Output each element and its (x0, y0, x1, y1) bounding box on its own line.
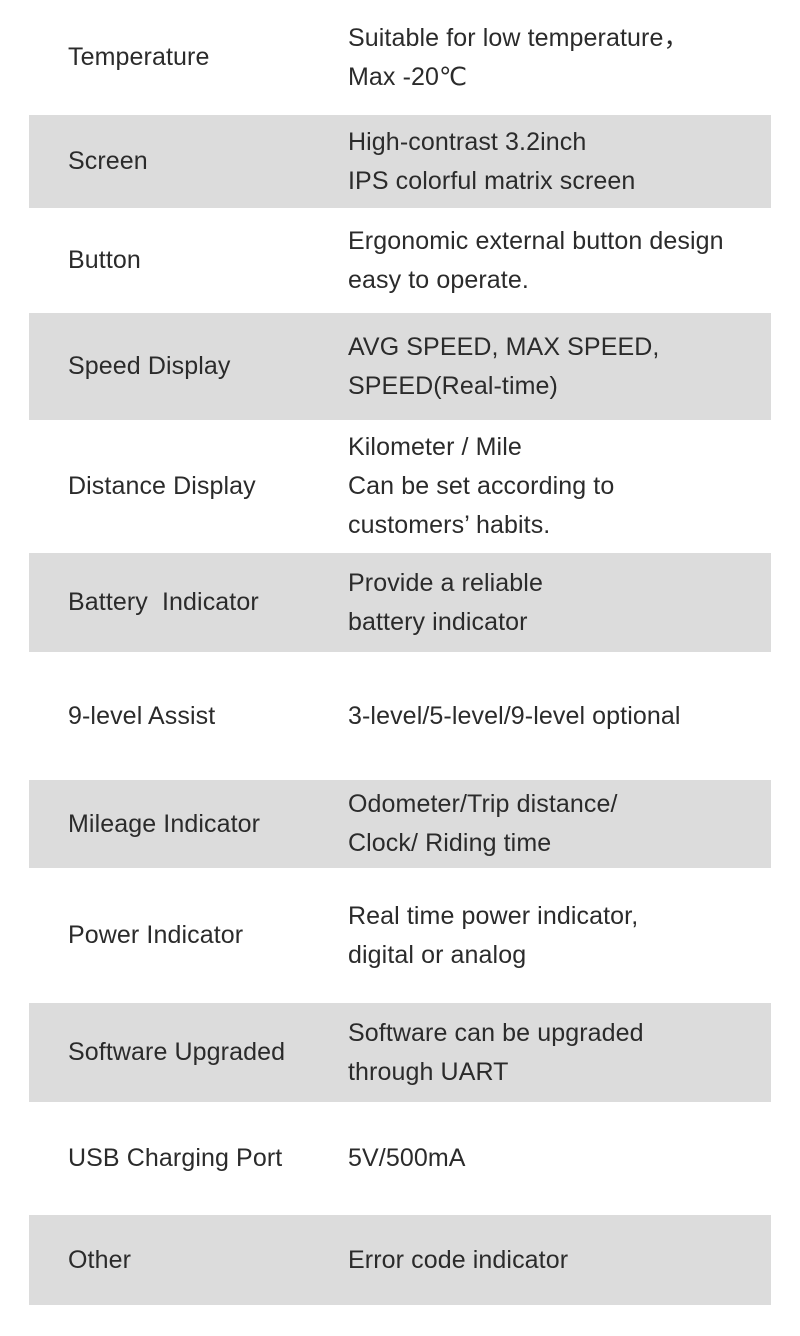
spec-label: Software Upgraded (68, 1038, 286, 1066)
spec-label: Speed Display (68, 352, 231, 380)
spec-label: Power Indicator (68, 921, 244, 949)
table-row: Temperature Suitable for low temperature，… (0, 0, 800, 115)
spec-value: 5V/500mA (348, 1139, 771, 1178)
spec-label: Button (68, 246, 141, 274)
table-row: Screen High-contrast 3.2inch IPS colorful … (0, 115, 800, 208)
spec-value: Ergonomic external button design easy to … (348, 222, 771, 300)
specification-table: Temperature Suitable for low temperature，… (0, 0, 800, 1336)
table-row: Button Ergonomic external button design ea… (0, 208, 800, 313)
spec-value-line: 5V/500mA (348, 1144, 466, 1172)
spec-value: Software can be upgraded through UART (348, 1014, 771, 1092)
spec-value-line: IPS colorful matrix screen (348, 166, 636, 195)
table-row: USB Charging Port 5V/500mA (0, 1102, 800, 1215)
spec-value: Suitable for low temperature， Max -20℃ (348, 19, 771, 97)
table-row: Other Error code indicator (0, 1215, 800, 1305)
spec-value-line: easy to operate. (348, 265, 529, 294)
spec-value: Real time power indicator, digital or ana… (348, 897, 771, 975)
table-row: Distance Display Kilometer / Mile Can be s… (0, 420, 800, 553)
spec-value-line: SPEED(Real-time) (348, 371, 558, 400)
spec-value-line: AVG SPEED, MAX SPEED, (348, 332, 660, 361)
spec-value-line: 3-level/5-level/9-level optional (348, 701, 681, 730)
spec-value-line: digital or analog (348, 940, 527, 969)
spec-value-line: Provide a reliable (348, 568, 543, 597)
spec-value-line: Ergonomic external button design (348, 226, 724, 255)
spec-label: USB Charging Port (68, 1144, 283, 1172)
spec-value-line: Software can be upgraded (348, 1018, 644, 1047)
spec-value: Kilometer / Mile Can be set according to c… (348, 428, 771, 545)
table-row: Power Indicator Real time power indicator… (0, 868, 800, 1003)
spec-value: High-contrast 3.2inch IPS colorful matrix… (348, 123, 771, 201)
spec-label: Temperature (68, 43, 210, 71)
spec-value-line: customers’ habits. (348, 511, 551, 539)
table-row: Speed Display AVG SPEED, MAX SPEED, SPEED(… (0, 313, 800, 420)
spec-value-line: Can be set according to (348, 472, 615, 500)
spec-value: Error code indicator (348, 1241, 771, 1280)
spec-value-line: Real time power indicator, (348, 901, 639, 930)
spec-value-line: Odometer/Trip distance/ (348, 790, 618, 818)
spec-label: Screen (68, 147, 148, 175)
spec-value-line: Clock/ Riding time (348, 829, 552, 857)
spec-value-line: battery indicator (348, 607, 528, 636)
spec-value-line: Error code indicator (348, 1245, 569, 1274)
spec-label: 9-level Assist (68, 701, 216, 730)
table-row (0, 1305, 800, 1336)
row-shading (29, 1305, 771, 1336)
spec-value-line: Kilometer / Mile (348, 433, 522, 461)
specification-sheet: Temperature Suitable for low temperature，… (0, 0, 800, 1336)
table-row: Software Upgraded Software can be upgrade… (0, 1003, 800, 1102)
spec-value: AVG SPEED, MAX SPEED, SPEED(Real-time) (348, 328, 771, 406)
spec-value-line: Suitable for low temperature， (348, 23, 689, 52)
spec-value-line: Max -20℃ (348, 62, 468, 91)
spec-label: Battery Indicator (68, 588, 259, 616)
table-row: Battery Indicator Provide a reliable batte… (0, 553, 800, 652)
table-row: 9-level Assist 3-level/5-level/9-level op… (0, 652, 800, 780)
table-row: Mileage Indicator Odometer/Trip distance/… (0, 780, 800, 868)
spec-value: 3-level/5-level/9-level optional (348, 697, 771, 736)
spec-value-line: High-contrast 3.2inch (348, 127, 587, 156)
spec-label: Distance Display (68, 472, 256, 500)
spec-label: Mileage Indicator (68, 809, 261, 838)
spec-label: Other (68, 1245, 132, 1274)
spec-value: Provide a reliable battery indicator (348, 564, 771, 642)
spec-value: Odometer/Trip distance/Clock/ Riding tim… (348, 785, 771, 863)
spec-value-line: through UART (348, 1057, 509, 1086)
